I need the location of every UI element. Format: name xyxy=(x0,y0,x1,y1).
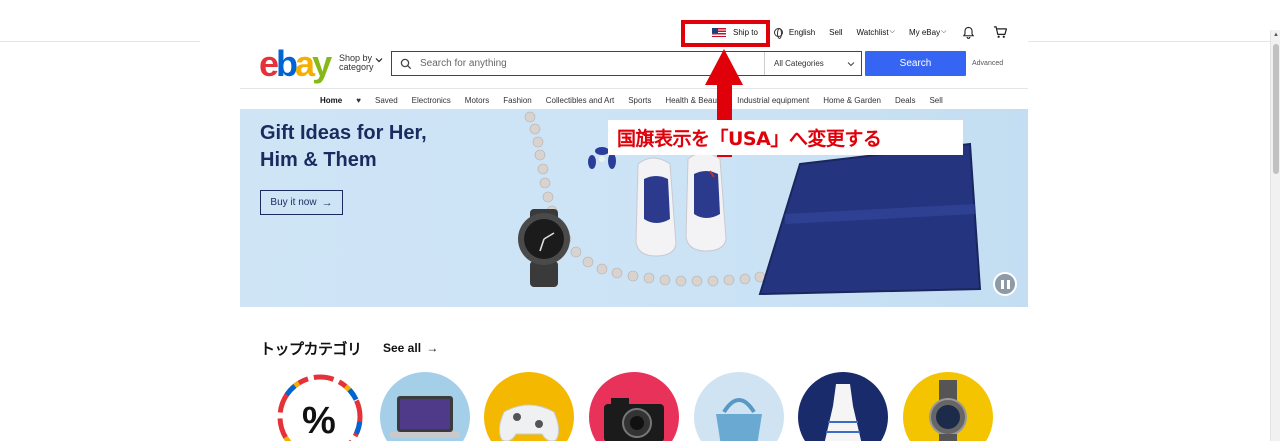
nav-item-home-garden[interactable]: Home & Garden xyxy=(823,96,881,105)
logo-letter-y: y xyxy=(312,43,332,84)
nav-item-industrial[interactable]: Industrial equipment xyxy=(737,96,809,105)
dress-image xyxy=(824,384,862,441)
watchlist-label: Watchlist xyxy=(856,27,889,37)
logo-letter-e: e xyxy=(259,43,279,84)
search-bar: All Categories xyxy=(391,51,862,76)
category-circle-watches[interactable] xyxy=(903,372,993,441)
search-icon xyxy=(400,58,412,69)
annotation-arrow-head xyxy=(705,49,743,85)
sell-label: Sell xyxy=(829,27,843,37)
chevron-down-icon[interactable] xyxy=(375,56,383,64)
topbar-divider-left xyxy=(0,41,200,42)
globe-icon xyxy=(773,27,783,39)
annotation-highlight-box xyxy=(681,20,770,47)
category-circle-deals[interactable]: % xyxy=(275,372,365,441)
watchlist-menu[interactable]: Watchlist ⌵ xyxy=(857,28,895,37)
nav-item-deals[interactable]: Deals xyxy=(895,96,915,105)
advanced-search-link[interactable]: Advanced xyxy=(972,60,1003,67)
handbag-image xyxy=(716,398,762,441)
pause-icon xyxy=(1006,279,1010,289)
see-all-link[interactable]: See all → xyxy=(383,341,438,355)
topbar-divider-right xyxy=(1028,41,1270,42)
nav-divider xyxy=(240,88,1028,89)
pause-button[interactable] xyxy=(993,272,1017,296)
annotation-label: 国旗表示を「USA」へ変更する xyxy=(608,120,963,155)
category-circle-cameras[interactable] xyxy=(589,372,679,441)
watch xyxy=(518,209,570,287)
watch-image xyxy=(929,380,967,441)
logo-letter-b: b xyxy=(276,43,298,84)
vertical-scrollbar[interactable]: ▲ xyxy=(1270,30,1280,441)
category-circle-gaming[interactable] xyxy=(484,372,574,441)
chevron-down-icon: ⌵ xyxy=(941,28,947,35)
category-circle-handbags[interactable] xyxy=(694,372,784,441)
ebay-homepage: Ship to English Sell Watchlist ⌵ My eBay ⌵… xyxy=(0,0,1280,441)
chevron-down-icon: ⌵ xyxy=(889,28,895,35)
see-all-label: See all xyxy=(383,341,422,355)
nav-item-sell[interactable]: Sell xyxy=(929,96,942,105)
heart-icon: ♥ xyxy=(356,95,361,105)
pause-icon xyxy=(1000,279,1004,289)
nav-item-sports[interactable]: Sports xyxy=(628,96,651,105)
nav-item-saved[interactable]: ♥ Saved xyxy=(356,96,397,105)
my-ebay-menu[interactable]: My eBay ⌵ xyxy=(909,28,946,37)
category-circle-laptops[interactable] xyxy=(380,372,470,441)
camera-image xyxy=(604,398,664,441)
language-selector[interactable]: English xyxy=(773,27,816,39)
category-select[interactable]: All Categories xyxy=(764,52,861,75)
arrow-right-icon: → xyxy=(426,341,439,355)
scrollbar-thumb[interactable] xyxy=(1273,44,1279,174)
cart-icon[interactable] xyxy=(993,25,1008,39)
nav-item-electronics[interactable]: Electronics xyxy=(412,96,451,105)
nav-item-collectibles[interactable]: Collectibles and Art xyxy=(546,96,614,105)
nav-item-health-beauty[interactable]: Health & Beauty xyxy=(665,96,723,105)
category-circle-fashion[interactable] xyxy=(798,372,888,441)
logo-letter-a: a xyxy=(295,43,315,84)
laptop-image xyxy=(390,396,460,438)
discount-symbol: % xyxy=(302,400,336,441)
notification-bell-icon[interactable] xyxy=(962,26,975,39)
search-button[interactable]: Search xyxy=(865,51,966,76)
scroll-up-arrow-icon[interactable]: ▲ xyxy=(1273,32,1279,38)
category-nav: Home ♥ Saved Electronics Motors Fashion C… xyxy=(320,94,957,106)
shop-by-line2: category xyxy=(339,62,374,72)
nav-item-home[interactable]: Home xyxy=(320,96,342,105)
nav-item-motors[interactable]: Motors xyxy=(465,96,489,105)
controller-image xyxy=(498,404,560,441)
language-label: English xyxy=(788,27,816,37)
sneakers xyxy=(635,152,727,257)
my-ebay-label: My eBay xyxy=(908,27,941,37)
chevron-down-icon xyxy=(847,61,855,66)
sell-link[interactable]: Sell xyxy=(829,28,842,37)
category-select-value: All Categories xyxy=(774,59,824,68)
shop-by-category-button[interactable]: Shop by category xyxy=(339,54,374,72)
top-categories-title: トップカテゴリ xyxy=(260,340,362,358)
nav-item-fashion[interactable]: Fashion xyxy=(503,96,531,105)
nav-item-saved-label: Saved xyxy=(374,95,398,105)
ebay-logo[interactable]: ebay xyxy=(259,43,332,84)
